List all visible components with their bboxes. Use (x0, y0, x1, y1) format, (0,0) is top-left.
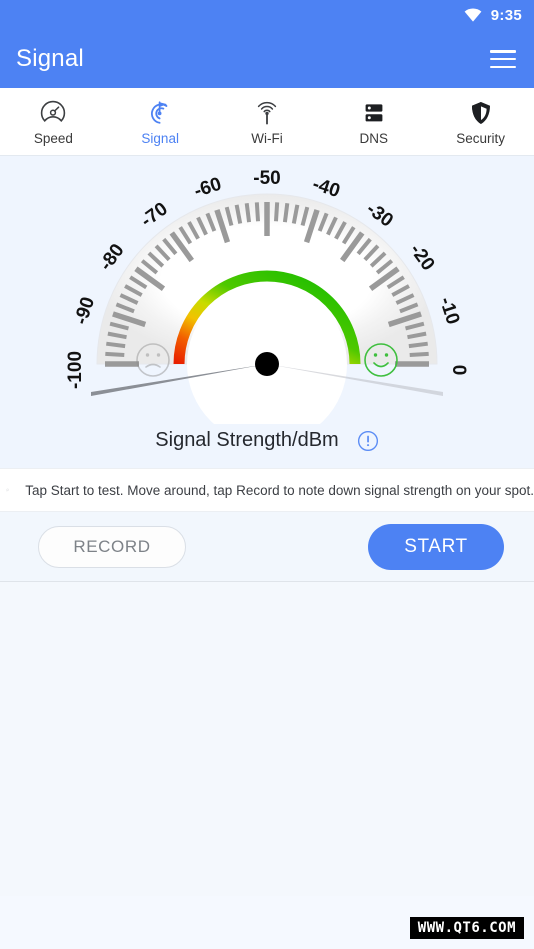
tab-label: Security (456, 130, 505, 146)
gauge-caption-text: Signal Strength/dBm (155, 429, 339, 451)
tab-wifi[interactable]: Wi-Fi (214, 88, 321, 155)
gauge-tick-label: 0 (448, 365, 467, 376)
gauge-caption: Signal Strength/dBm (0, 429, 534, 452)
gauge-tick-label: -10 (435, 295, 463, 328)
smiley-speech-bubble-icon (6, 488, 9, 492)
tab-signal[interactable]: Signal (107, 88, 214, 155)
server-rack-icon (360, 98, 388, 128)
tab-label: Speed (33, 130, 73, 146)
signal-gauge: -100 -90 -80 -70 -60 -50 -40 -30 -20 -10 0 (0, 164, 534, 424)
status-bar: 9:35 (0, 0, 534, 30)
record-button[interactable]: RECORD (38, 525, 186, 568)
wifi-tower-icon (253, 98, 281, 128)
start-button[interactable]: START (368, 523, 504, 570)
tab-label: Signal (141, 130, 179, 146)
page-title: Signal (16, 45, 84, 72)
site-watermark: WWW.QT6.COM (409, 917, 524, 939)
gauge-tick-label: -100 (67, 351, 86, 389)
hamburger-menu-icon[interactable] (490, 50, 516, 68)
gauge-panel: -100 -90 -80 -70 -60 -50 -40 -30 -20 -10 0 Signal … (0, 156, 534, 468)
info-circle-icon[interactable] (357, 430, 379, 452)
gauge-tick-label: -90 (71, 295, 99, 328)
shield-icon (467, 98, 495, 128)
hint-text: Tap Start to test. Move around, tap Reco… (25, 482, 534, 498)
tab-security[interactable]: Security (427, 88, 534, 155)
app-bar: Signal (0, 30, 534, 88)
radar-flag-icon (146, 98, 174, 128)
tab-label: DNS (359, 130, 389, 146)
gauge-tick-label: -20 (405, 240, 438, 275)
gauge-tick-label: -40 (310, 174, 343, 202)
status-clock: 9:35 (490, 6, 522, 24)
action-bar: RECORD START (0, 512, 534, 582)
tab-label: Wi-Fi (251, 130, 283, 146)
speedometer-icon (39, 98, 67, 128)
hint-row: Tap Start to test. Move around, tap Reco… (0, 468, 534, 512)
tab-dns[interactable]: DNS (320, 88, 427, 155)
gauge-svg: -100-90-80-70-60 -50 -40-30-20-100 (67, 168, 467, 424)
gauge-tick-label: -80 (96, 240, 129, 275)
signal-screen: 9:35 Signal Speed Signal Wi-Fi DNS Secur… (0, 0, 534, 949)
wifi-icon (464, 8, 482, 22)
tab-speed[interactable]: Speed (0, 88, 107, 155)
empty-results-area (0, 582, 534, 896)
gauge-tick-label: -50 (253, 168, 280, 189)
gauge-tick-label: -60 (192, 174, 225, 202)
tab-bar: Speed Signal Wi-Fi DNS Security (0, 88, 534, 156)
